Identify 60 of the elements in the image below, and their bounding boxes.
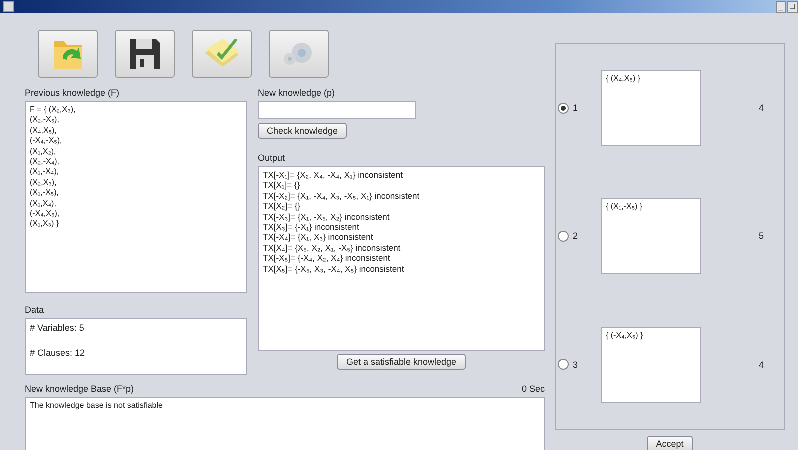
- text-line: # Clauses: 12: [30, 347, 86, 359]
- section-label: New knowledge Base (F*p): [25, 384, 134, 395]
- text-line: F = { (X₂,X₃),: [30, 105, 77, 116]
- text-line: TX[X₃]= {-X₁} inconsistent: [263, 222, 360, 232]
- text-area[interactable]: F = { (X₂,X₃), (X₂,-X₅), (X₄,X₅), (-X₄,-X₅), (X₁,X₂), (X₂,-X₄), (X₁,-X₄), (X₂,X₃), (X₁,-X₅), (X₁,X₄), (-X₄,X₅), (X₁,X₃) }: [25, 101, 247, 293]
- option-label: 2: [573, 231, 580, 242]
- text-line: (X₁,X₃) }: [30, 219, 60, 230]
- text-area[interactable]: { (X₄,X₅) }: [601, 70, 701, 146]
- radio-button[interactable]: [558, 230, 569, 242]
- section-label: Data: [25, 305, 46, 316]
- text-line: (X₄,X₅),: [30, 126, 58, 136]
- app-icon: [3, 1, 14, 12]
- text-line: TX[X₅]= {-X₅, X₃, -X₄, X₅} inconsistent: [263, 264, 406, 274]
- text-line: The knowledge base is not satisfiable: [30, 401, 164, 412]
- option-label: 1: [573, 103, 580, 114]
- text-line: (X₁,X₂),: [30, 146, 58, 158]
- text-line: TX[-X₁]= {X₂, X₄, -X₄, X₁} inconsistent: [263, 170, 404, 180]
- input-field[interactable]: [258, 101, 416, 119]
- text-line: # Variables: 5: [30, 322, 86, 334]
- text-area[interactable]: The knowledge base is not satisfiable: [25, 397, 545, 450]
- text-line: (X₁,X₄),: [30, 198, 58, 210]
- text-line: (X₂,-X₅),: [30, 115, 60, 126]
- text-line: { (-X₄,X₅) }: [606, 330, 644, 342]
- text-area[interactable]: # Variables: 5 # Clauses: 12: [25, 318, 247, 375]
- text-line: TX[X₂]= {}: [263, 201, 302, 212]
- text-area[interactable]: [258, 166, 545, 351]
- text-line: { (X₁,-X₅) }: [606, 202, 644, 213]
- text-line: (X₁,-X₅),: [30, 188, 60, 199]
- text-line: TX[-X₂]= {X₁, -X₄, X₃, -X₅, X₁} inconsistent: [263, 190, 421, 202]
- count-label: 5: [759, 231, 764, 242]
- get-button[interactable]: Get a satisfiable knowledge: [337, 354, 466, 370]
- text-line: TX[-X₃]= {X₁, -X₅, X₂} inconsistent: [263, 212, 391, 222]
- window-control[interactable]: _: [776, 0, 786, 12]
- radio-button[interactable]: [558, 359, 569, 370]
- accept-button[interactable]: Accept: [647, 436, 693, 450]
- window-control[interactable]: □: [787, 0, 798, 12]
- section-label: Previous knowledge (F): [25, 88, 121, 99]
- section-label: Output: [258, 153, 286, 164]
- text-line: (-X₄,X₅),: [30, 209, 61, 220]
- text-line: TX[X₁]= {}: [263, 180, 302, 191]
- text-line: (X₂,X₃),: [30, 178, 58, 188]
- text-line: (X₁,-X₄),: [30, 167, 60, 178]
- text-area[interactable]: { (X₁,-X₅) }: [601, 198, 701, 274]
- check-button[interactable]: Check knowledge: [258, 123, 348, 139]
- text-line: TX[-X₅]= {-X₄, X₂, X₄} inconsistent: [263, 253, 392, 264]
- open-button[interactable]: [38, 30, 98, 78]
- count-label: 4: [759, 103, 764, 114]
- text-line: { (X₄,X₅) }: [606, 74, 642, 85]
- option-label: 3: [573, 360, 580, 370]
- text-line: TX[-X₄]= {X₁, X₃} inconsistent: [263, 232, 374, 243]
- text-line: TX[X₄]= {X₅, X₂, X₁, -X₅} inconsistent: [263, 242, 402, 254]
- radio-button[interactable]: [558, 102, 569, 114]
- text-line: (-X₄,-X₅),: [30, 136, 64, 147]
- save-button[interactable]: [115, 30, 175, 78]
- section-label: New knowledge (p): [258, 88, 336, 99]
- text-area[interactable]: { (-X₄,X₅) }: [601, 326, 701, 403]
- check-button[interactable]: [192, 30, 252, 78]
- time-label: 0 Sec: [522, 384, 545, 395]
- count-label: 4: [759, 360, 764, 370]
- text-line: (X₂,-X₄),: [30, 157, 60, 168]
